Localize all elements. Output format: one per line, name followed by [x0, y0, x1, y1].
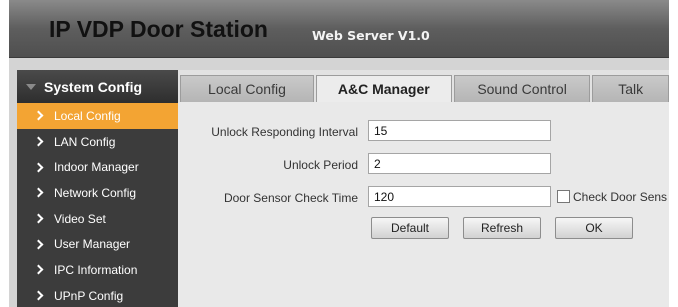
door-sensor-input[interactable] — [368, 186, 551, 207]
chevron-right-icon — [33, 136, 44, 147]
sidebar-heading[interactable]: System Config — [17, 70, 178, 103]
sidebar: System Config Local Config LAN Config In… — [17, 70, 178, 307]
chevron-right-icon — [33, 265, 44, 275]
tab-bar: Local Config A&C Manager Sound Control T… — [178, 75, 669, 102]
sidebar-item-label: Local Config — [54, 108, 121, 123]
refresh-button[interactable]: Refresh — [463, 217, 541, 239]
sidebar-item-label: UPnP Config — [54, 288, 124, 303]
sidebar-item-user-manager[interactable]: User Manager — [17, 231, 178, 257]
tab-ac-manager[interactable]: A&C Manager — [315, 75, 452, 102]
tab-sound-control[interactable]: Sound Control — [453, 75, 591, 102]
sidebar-item-network-config[interactable]: Network Config — [17, 180, 178, 206]
sidebar-item-local-config[interactable]: Local Config — [17, 103, 178, 129]
header-bar: IP VDP Door Station Web Server V1.0 — [9, 0, 669, 58]
sidebar-item-label: Video Set — [54, 211, 106, 226]
unlock-period-label: Unlock Period — [283, 158, 358, 172]
sidebar-item-video-set[interactable]: Video Set — [17, 206, 178, 232]
tab-content: Unlock Responding Interval Unlock Period… — [178, 102, 669, 307]
chevron-right-icon — [33, 290, 44, 301]
collapse-triangle-icon — [26, 83, 36, 90]
sidebar-list: Local Config LAN Config Indoor Manager N… — [17, 103, 178, 307]
sidebar-item-lan-config[interactable]: LAN Config — [17, 129, 178, 155]
ok-button[interactable]: OK — [555, 217, 633, 239]
sidebar-item-label: IPC Information — [54, 262, 138, 277]
unlock-interval-input[interactable] — [368, 120, 551, 141]
sidebar-item-label: User Manager — [54, 237, 131, 252]
sidebar-item-label: LAN Config — [54, 134, 116, 149]
check-door-sensor-label: Check Door Sens — [573, 190, 668, 204]
sidebar-item-label: Network Config — [54, 185, 137, 200]
main-panel: Local Config A&C Manager Sound Control T… — [178, 70, 669, 307]
door-sensor-label: Door Sensor Check Time — [223, 191, 358, 205]
sidebar-heading-label: System Config — [44, 78, 143, 95]
chevron-right-icon — [33, 187, 44, 198]
tab-talk[interactable]: Talk — [592, 75, 669, 102]
tab-local-config[interactable]: Local Config — [180, 75, 314, 102]
sidebar-item-indoor-manager[interactable]: Indoor Manager — [17, 154, 178, 180]
sidebar-item-upnp-config[interactable]: UPnP Config — [17, 283, 178, 307]
chevron-right-icon — [33, 213, 44, 224]
default-button[interactable]: Default — [371, 217, 449, 239]
app-version: Web Server V1.0 — [312, 28, 430, 43]
unlock-period-input[interactable] — [368, 153, 551, 174]
chevron-right-icon — [33, 162, 44, 173]
app-title: IP VDP Door Station — [49, 16, 268, 42]
unlock-interval-label: Unlock Responding Interval — [211, 125, 358, 139]
chevron-right-icon — [33, 110, 44, 121]
sidebar-item-label: Indoor Manager — [54, 160, 139, 175]
sidebar-item-ipc-information[interactable]: IPC Information — [17, 257, 178, 283]
check-door-sensor-checkbox[interactable] — [557, 190, 570, 203]
chevron-right-icon — [33, 239, 44, 250]
